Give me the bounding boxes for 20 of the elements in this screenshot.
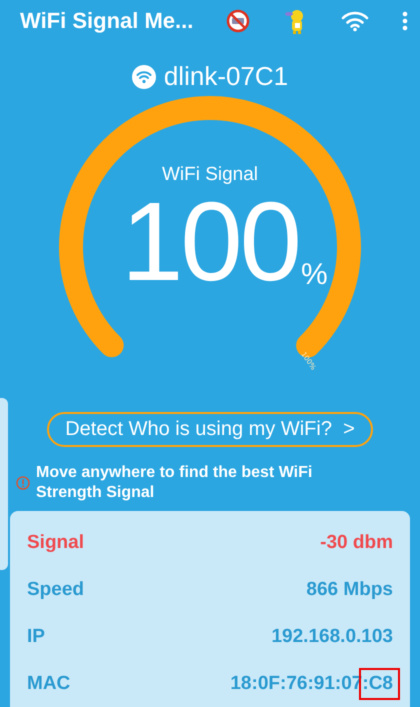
more-options-icon[interactable] xyxy=(402,10,408,30)
percent-unit: % xyxy=(300,258,328,292)
stat-value: 866 Mbps xyxy=(306,578,393,600)
stat-value: -30 dbm xyxy=(320,532,393,552)
stat-label: Signal xyxy=(27,532,84,554)
signal-percentage: 100 xyxy=(121,186,299,298)
wifi-icon xyxy=(132,64,156,88)
stat-label: MAC xyxy=(27,672,70,694)
stat-value: 192.168.0.103 xyxy=(271,626,393,646)
gauge-label: WiFi Signal xyxy=(162,164,258,186)
side-drawer-handle[interactable] xyxy=(0,398,8,570)
app-title: WiFi Signal Me... xyxy=(20,8,194,34)
network-name: dlink-07C1 xyxy=(164,61,288,92)
warning-icon xyxy=(16,476,30,490)
wifi-icon[interactable] xyxy=(341,10,369,32)
detect-users-button[interactable]: Detect Who is using my WiFi? > xyxy=(47,412,373,447)
stat-label: IP xyxy=(27,626,45,648)
no-ads-icon[interactable] xyxy=(225,8,251,34)
tip-text: Move anywhere to find the best WiFi Strength Signal xyxy=(36,463,314,503)
stat-label: Speed xyxy=(27,578,84,600)
